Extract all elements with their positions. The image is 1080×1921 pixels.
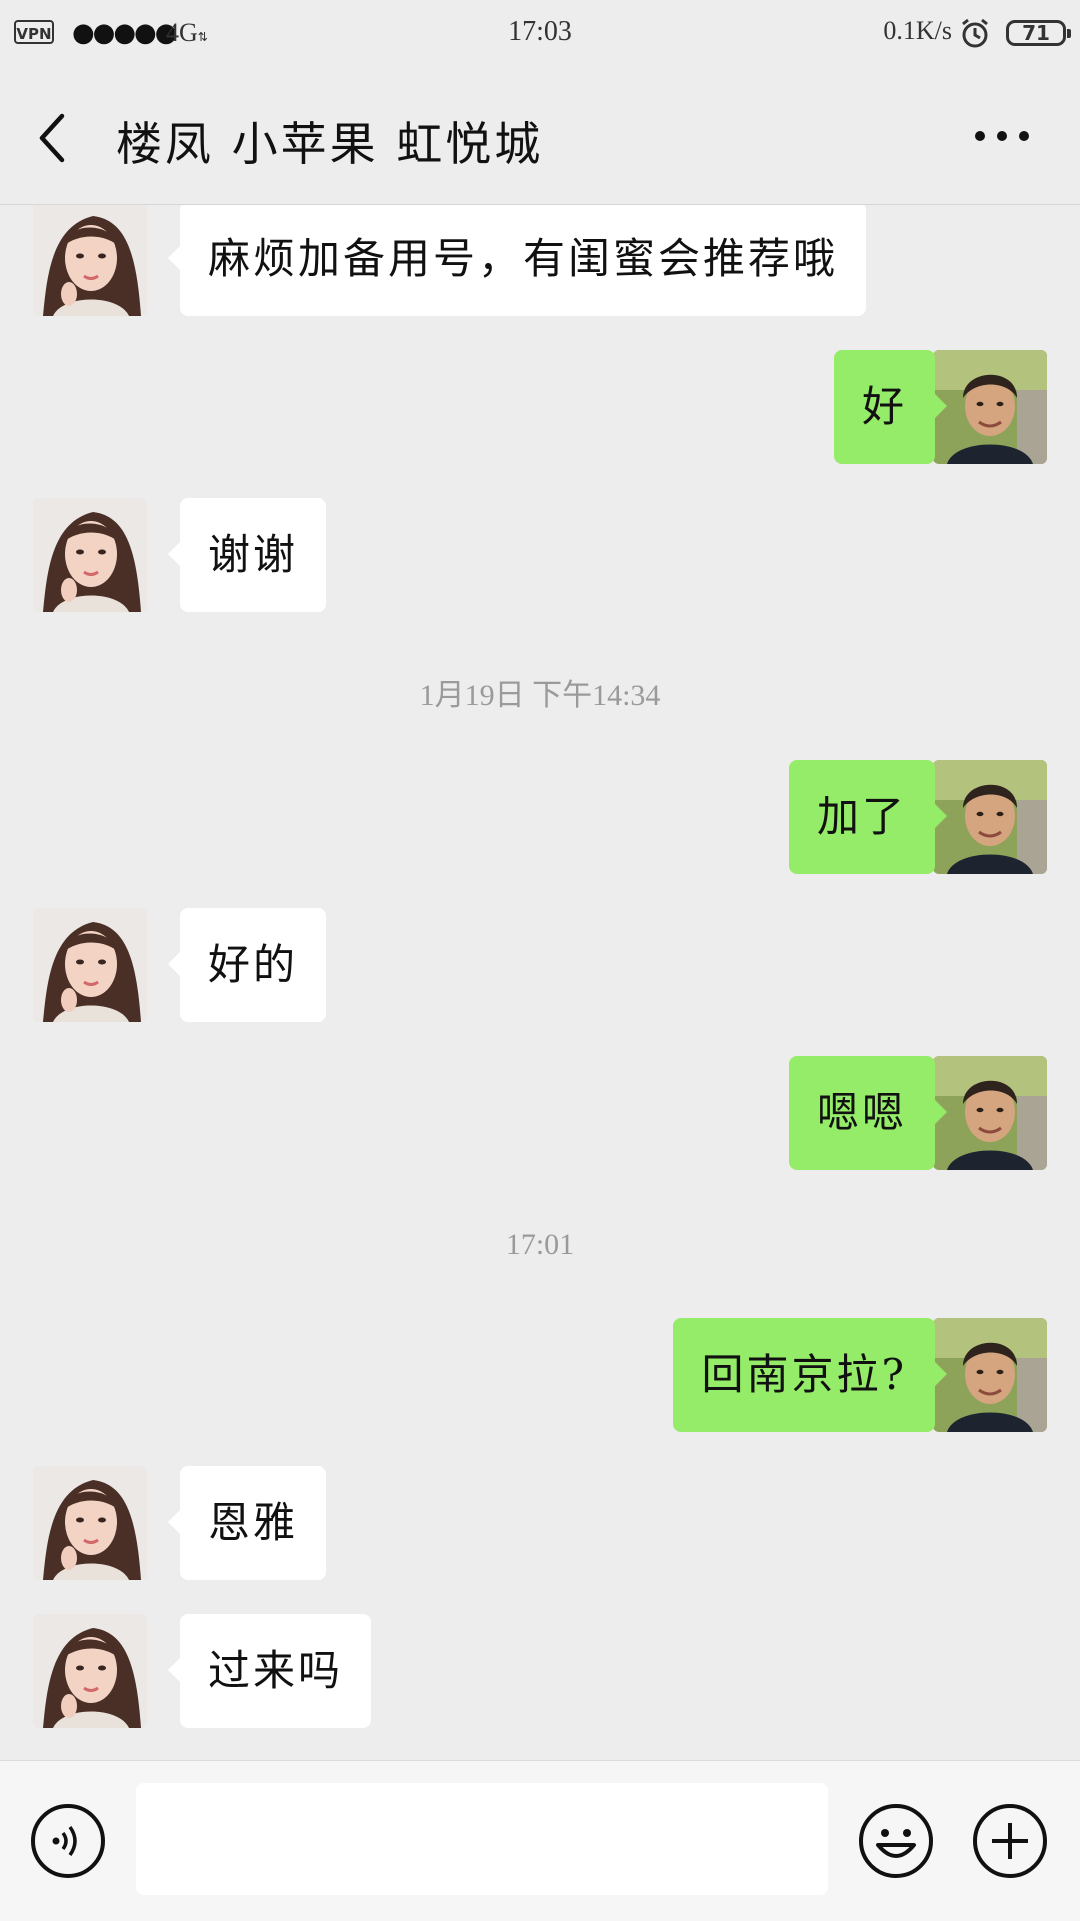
emoji-icon[interactable] <box>858 1803 934 1879</box>
message-bubble[interactable]: 好 <box>833 350 948 464</box>
input-bar <box>0 1760 1080 1921</box>
message-bubble[interactable]: 过来吗 <box>167 1614 372 1728</box>
message-input[interactable] <box>136 1783 828 1895</box>
chat-header: 楼凤 小苹果 虹悦城 <box>0 68 1080 205</box>
network-speed: 0.1K/s <box>883 16 952 45</box>
contact-avatar[interactable] <box>33 1614 147 1728</box>
contact-avatar[interactable] <box>33 498 147 612</box>
message-bubble[interactable]: 好的 <box>167 908 327 1022</box>
chat-title: 楼凤 小苹果 虹悦城 <box>116 117 544 171</box>
alarm-icon <box>962 18 988 48</box>
timestamp: 1月19日 下午14:34 <box>419 679 661 712</box>
plus-icon[interactable] <box>972 1803 1048 1879</box>
contact-avatar[interactable] <box>33 908 147 1022</box>
message-bubble[interactable]: 谢谢 <box>167 498 327 612</box>
message-bubble[interactable]: 嗯嗯 <box>788 1056 948 1170</box>
timestamp: 17:01 <box>505 1228 575 1261</box>
status-bar: VPN ●●●●● 4G⇅ 17:03 0.1K/s 71 <box>0 0 1080 68</box>
message-bubble[interactable]: 恩雅 <box>167 1466 327 1580</box>
contact-avatar[interactable] <box>33 205 147 316</box>
message-list[interactable]: 麻烦加备用号，有闺蜜会推荐哦 好 谢谢 1月19日 下午14:34 加了 好的 … <box>0 205 1080 1759</box>
message-bubble[interactable]: 加了 <box>788 760 948 874</box>
message-bubble[interactable]: 回南京拉? <box>673 1318 947 1432</box>
my-avatar[interactable] <box>933 350 1047 464</box>
voice-icon[interactable] <box>30 1803 106 1879</box>
message-bubble[interactable]: 麻烦加备用号，有闺蜜会推荐哦 <box>167 205 867 316</box>
my-avatar[interactable] <box>933 1318 1047 1432</box>
my-avatar[interactable] <box>933 1056 1047 1170</box>
contact-avatar[interactable] <box>33 1466 147 1580</box>
battery-indicator: 71 <box>1006 20 1071 46</box>
more-icon[interactable] <box>974 126 1030 146</box>
my-avatar[interactable] <box>933 760 1047 874</box>
back-icon[interactable] <box>32 108 72 168</box>
